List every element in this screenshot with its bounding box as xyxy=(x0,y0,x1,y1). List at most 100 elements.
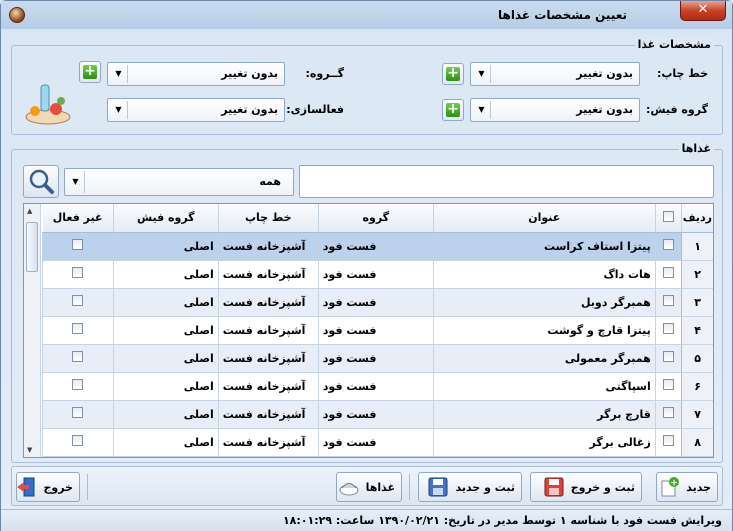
col-header-fish-group[interactable]: گروه فیش xyxy=(113,204,219,233)
scroll-down-icon[interactable]: ▼ xyxy=(27,446,32,454)
row-checkbox[interactable] xyxy=(662,267,674,278)
table-row[interactable]: ۳ همبرگر دوبل فست فود آشپزخانه فست اصلی xyxy=(42,288,713,317)
main-window: تعیین مشخصات غذاها ✕ مشخصات غذا خط چاپ: … xyxy=(0,0,733,531)
plus-icon: + xyxy=(446,65,460,81)
save-exit-button[interactable]: ثبت و خروج xyxy=(530,472,642,502)
new-document-icon: + xyxy=(661,477,680,497)
food-name: پیتزا قارچ و گوشت xyxy=(432,316,656,345)
scroll-up-icon[interactable]: ▲ xyxy=(27,207,32,215)
row-checkbox[interactable] xyxy=(662,295,674,306)
chevron-down-icon[interactable]: ▼ xyxy=(67,171,85,193)
chevron-down-icon[interactable]: ▼ xyxy=(110,101,128,119)
row-checkbox[interactable] xyxy=(662,323,674,334)
row-checkbox[interactable] xyxy=(662,407,674,418)
search-icon xyxy=(29,169,54,194)
bottom-toolbar: جدید + ثبت و خروج ثبت و جدید غذاها خروج xyxy=(11,466,723,506)
save-new-button[interactable]: ثبت و جدید xyxy=(418,472,522,502)
exit-button[interactable]: خروج xyxy=(16,472,80,502)
col-header-inactive[interactable]: غیر فعال xyxy=(42,204,114,233)
add-print-line-button[interactable]: + xyxy=(442,63,464,85)
vertical-scrollbar[interactable]: ▲ ▼ xyxy=(24,204,41,457)
inactive-cell[interactable] xyxy=(42,316,114,345)
table-row[interactable]: ۲ هات داگ فست فود آشپزخانه فست اصلی xyxy=(42,260,713,289)
col-header-row-number[interactable]: ردیف xyxy=(681,204,713,233)
filter-select[interactable]: همه ▼ xyxy=(64,168,294,196)
group-select[interactable]: بدون تغییر ▼ xyxy=(107,62,285,86)
food-group: فست فود xyxy=(317,400,434,429)
food-name: اسپاگتی xyxy=(432,372,656,401)
inactive-cell[interactable] xyxy=(42,372,114,401)
col-header-title[interactable]: عنوان xyxy=(433,204,656,233)
table-row[interactable]: ۵ همبرگر معمولی فست فود آشپزخانه فست اصل… xyxy=(42,344,713,373)
row-checkbox-cell[interactable] xyxy=(654,260,682,289)
col-header-select[interactable] xyxy=(655,204,682,233)
row-checkbox[interactable] xyxy=(662,379,674,390)
inactive-checkbox[interactable] xyxy=(72,435,84,446)
row-checkbox-cell[interactable] xyxy=(654,288,682,317)
table-row[interactable]: ۷ قارچ برگر فست فود آشپزخانه فست اصلی xyxy=(42,400,713,429)
status-bar: ویرایش فست فود با شناسه ۱ توسط مدیر در ت… xyxy=(1,509,732,531)
row-checkbox-cell[interactable] xyxy=(654,428,682,457)
table-row[interactable]: ۸ زغالی برگر فست فود آشپزخانه فست اصلی xyxy=(42,428,713,457)
inactive-checkbox[interactable] xyxy=(72,351,84,362)
add-fish-group-button[interactable]: + xyxy=(442,99,464,121)
food-print-line: آشپزخانه فست xyxy=(217,428,319,457)
table-row[interactable]: ۴ پیتزا قارچ و گوشت فست فود آشپزخانه فست… xyxy=(42,316,713,345)
table-row[interactable]: ۶ اسپاگتی فست فود آشپزخانه فست اصلی xyxy=(42,372,713,401)
add-group-button[interactable]: + xyxy=(79,61,101,83)
app-icon[interactable] xyxy=(9,7,25,23)
inactive-cell[interactable] xyxy=(42,428,114,457)
new-button-label: جدید xyxy=(686,480,711,494)
row-checkbox-cell[interactable] xyxy=(654,316,682,345)
inactive-cell[interactable] xyxy=(42,232,114,261)
status-text: ویرایش فست فود با شناسه ۱ توسط مدیر در ت… xyxy=(282,514,722,527)
select-all-checkbox[interactable] xyxy=(662,210,674,222)
search-button[interactable] xyxy=(23,165,59,198)
inactive-cell[interactable] xyxy=(42,400,114,429)
foods-button[interactable]: غذاها xyxy=(336,472,402,502)
row-checkbox-cell[interactable] xyxy=(654,372,682,401)
inactive-checkbox[interactable] xyxy=(72,295,84,306)
chevron-down-icon[interactable]: ▼ xyxy=(110,65,128,83)
row-checkbox[interactable] xyxy=(662,239,674,250)
fish-group-select[interactable]: بدون تغییر ▼ xyxy=(470,98,640,122)
title-bar: تعیین مشخصات غذاها ✕ xyxy=(1,1,732,29)
inactive-checkbox[interactable] xyxy=(72,267,84,278)
inactive-checkbox[interactable] xyxy=(72,239,84,250)
food-group: فست فود xyxy=(317,316,434,345)
food-name: قارچ برگر xyxy=(432,400,656,429)
table-row[interactable]: ۱ پیتزا استاف کراست فست فود آشپزخانه فست… xyxy=(42,232,713,261)
print-line-label: خط چاپ: xyxy=(656,67,708,80)
row-checkbox-cell[interactable] xyxy=(654,400,682,429)
food-print-line: آشپزخانه فست xyxy=(217,400,319,429)
chevron-down-icon[interactable]: ▼ xyxy=(473,101,491,119)
row-number: ۸ xyxy=(680,428,713,457)
scroll-thumb[interactable] xyxy=(26,222,38,272)
col-header-group[interactable]: گروه xyxy=(318,204,434,233)
window-title: تعیین مشخصات غذاها xyxy=(498,8,627,22)
food-name: همبرگر معمولی xyxy=(432,344,656,373)
row-checkbox[interactable] xyxy=(662,351,674,362)
chevron-down-icon[interactable]: ▼ xyxy=(473,65,491,83)
new-button[interactable]: جدید + xyxy=(656,472,718,502)
inactive-cell[interactable] xyxy=(42,344,114,373)
print-line-select[interactable]: بدون تغییر ▼ xyxy=(470,62,640,86)
row-checkbox-cell[interactable] xyxy=(654,344,682,373)
row-checkbox[interactable] xyxy=(662,435,674,446)
save-new-label: ثبت و جدید xyxy=(455,480,515,494)
activation-select[interactable]: بدون تغییر ▼ xyxy=(107,98,285,122)
inactive-checkbox[interactable] xyxy=(72,323,84,334)
col-header-print-line[interactable]: خط چاپ xyxy=(218,204,319,233)
group-label: گــروه: xyxy=(305,67,345,80)
row-checkbox-cell[interactable] xyxy=(654,232,682,261)
inactive-checkbox[interactable] xyxy=(72,407,84,418)
inactive-cell[interactable] xyxy=(42,288,114,317)
food-fish-group: اصلی xyxy=(112,428,219,457)
inactive-checkbox[interactable] xyxy=(72,379,84,390)
food-name: پیتزا استاف کراست xyxy=(432,232,656,261)
food-dish-icon xyxy=(339,483,359,496)
close-button[interactable]: ✕ xyxy=(680,1,726,21)
inactive-cell[interactable] xyxy=(42,260,114,289)
exit-door-icon xyxy=(17,477,35,497)
search-input[interactable] xyxy=(299,165,714,198)
